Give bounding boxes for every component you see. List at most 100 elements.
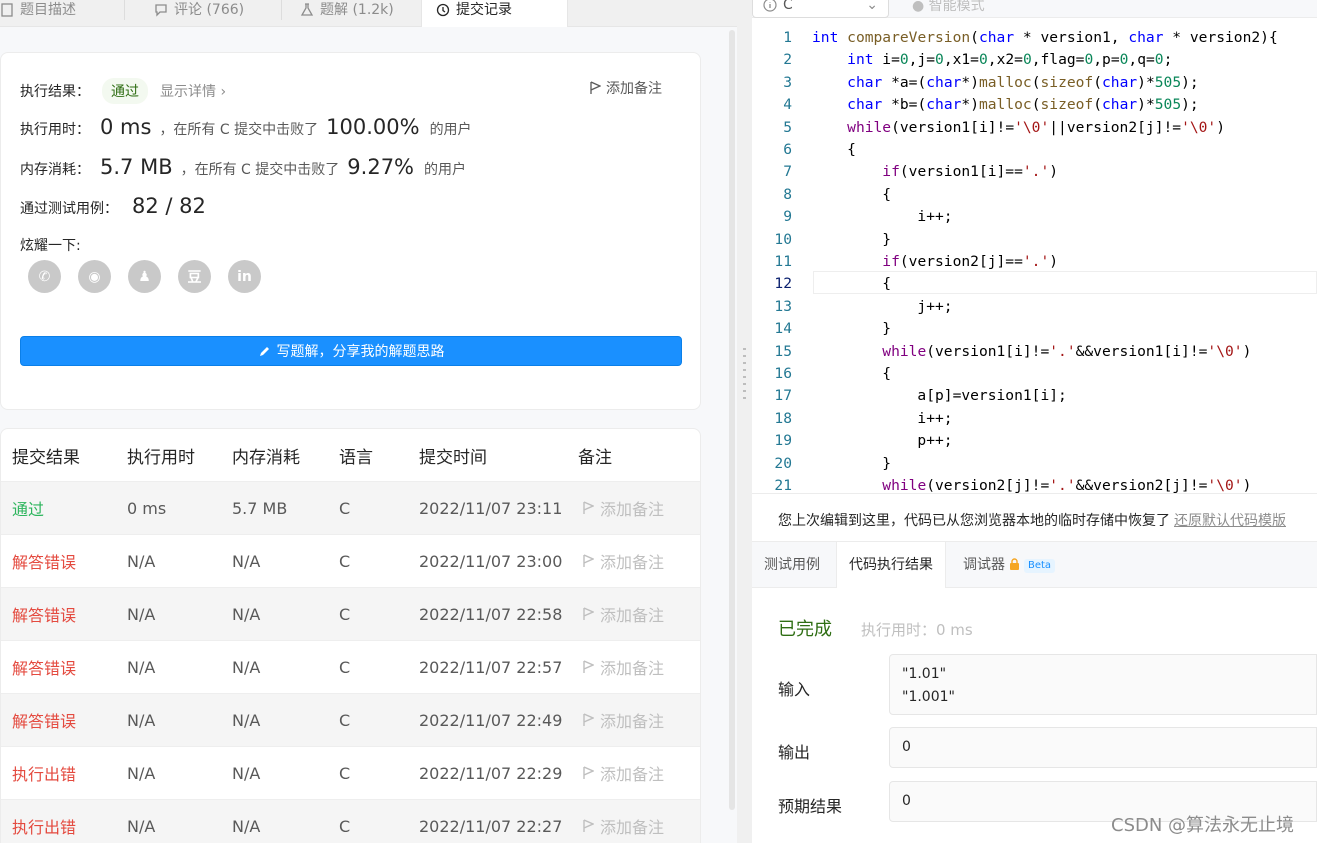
add-note-button[interactable]: 添加备注 xyxy=(582,496,664,520)
status-cell[interactable]: 解答错误 xyxy=(12,708,76,732)
code-line[interactable]: 20 } xyxy=(752,453,1317,475)
code-line[interactable]: 10 } xyxy=(752,229,1317,251)
tab-run-result[interactable]: 代码执行结果 xyxy=(836,542,946,588)
code-text: int compareVersion(char * version1, char… xyxy=(812,29,1278,46)
table-row[interactable]: 解答错误 N/A N/A C 2022/11/07 22:58 添加备注 xyxy=(1,588,700,641)
status-cell[interactable]: 通过 xyxy=(12,496,44,520)
right-panel: C ⌄ ● 智能模式 1 int compareVersion(char * ve… xyxy=(752,0,1317,843)
memory-text: ，在所有 C 提交中击败了 xyxy=(180,162,340,178)
code-line[interactable]: 21 while(version2[j]!='.'&&version2[j]!=… xyxy=(752,475,1317,493)
status-cell[interactable]: 解答错误 xyxy=(12,655,76,679)
add-note-button[interactable]: 添加备注 xyxy=(582,655,664,679)
code-editor[interactable]: 1 int compareVersion(char * version1, cha… xyxy=(752,27,1317,493)
language-cell: C xyxy=(339,710,351,730)
line-number: 15 xyxy=(774,342,792,360)
code-line[interactable]: 9 i++; xyxy=(752,206,1317,228)
tab-submissions[interactable]: 提交记录 xyxy=(421,0,568,27)
add-note-button[interactable]: 添加备注 xyxy=(582,761,664,785)
add-note-button[interactable]: 添加备注 xyxy=(582,549,664,573)
header-language: 语言 xyxy=(339,447,373,468)
linkedin-icon[interactable]: in xyxy=(228,260,261,293)
status-cell[interactable]: 执行出错 xyxy=(12,761,76,785)
input-box: "1.01" "1.001" xyxy=(889,654,1317,715)
status-cell[interactable]: 执行出错 xyxy=(12,814,76,838)
language-select[interactable]: C ⌄ xyxy=(752,0,889,18)
runtime-cell: N/A xyxy=(127,604,156,624)
code-line[interactable]: 5 while(version1[i]!='\0'||version2[j]!=… xyxy=(752,117,1317,139)
table-row[interactable]: 解答错误 N/A N/A C 2022/11/07 23:00 添加备注 xyxy=(1,535,700,588)
line-number: 6 xyxy=(783,141,792,158)
code-text: while(version1[i]!='.'&&version1[i]!='\0… xyxy=(882,342,1252,360)
show-details-link[interactable]: 显示详情 › xyxy=(160,81,226,101)
memory-cell: N/A xyxy=(232,551,261,571)
wechat-icon[interactable]: ✆ xyxy=(28,260,61,293)
output-label: 输出 xyxy=(778,743,811,762)
add-note-button[interactable]: 添加备注 xyxy=(582,602,664,626)
drag-handle-icon[interactable] xyxy=(743,348,746,404)
table-row[interactable]: 执行出错 N/A N/A C 2022/11/07 22:29 添加备注 xyxy=(1,747,700,800)
status-cell[interactable]: 解答错误 xyxy=(12,602,76,626)
code-text: } xyxy=(812,230,892,248)
result-tabs: 测试用例 代码执行结果 调试器 Beta xyxy=(752,541,1317,588)
code-line[interactable]: 3 char *a=(char*)malloc(sizeof(char)*505… xyxy=(752,72,1317,94)
status-cell[interactable]: 解答错误 xyxy=(12,549,76,573)
panel-splitter[interactable] xyxy=(737,0,752,843)
code-line[interactable]: 4 char *b=(char*)malloc(sizeof(char)*505… xyxy=(752,94,1317,116)
tab-debugger[interactable]: 调试器 Beta xyxy=(951,542,1067,588)
code-line[interactable]: 19 p++; xyxy=(752,430,1317,452)
memory-value: 5.7 MB xyxy=(100,155,173,179)
code-text: a[p]=version1[i]; xyxy=(812,387,1067,405)
flag-icon xyxy=(583,501,594,514)
code-line[interactable]: 6 { xyxy=(752,139,1317,161)
table-row[interactable]: 通过 0 ms 5.7 MB C 2022/11/07 23:11 添加备注 xyxy=(1,482,700,535)
table-row[interactable]: 解答错误 N/A N/A C 2022/11/07 22:49 添加备注 xyxy=(1,694,700,747)
code-line[interactable]: 13 j++; xyxy=(752,296,1317,318)
code-text: } xyxy=(812,320,892,338)
editor-toolbar: C ⌄ ● 智能模式 xyxy=(752,0,1317,18)
qq-icon[interactable]: ♟ xyxy=(128,260,161,293)
line-number: 17 xyxy=(774,387,792,405)
code-line[interactable]: 18 i++; xyxy=(752,408,1317,430)
restore-default-link[interactable]: 还原默认代码模版 xyxy=(1174,513,1286,529)
tab-testcase[interactable]: 测试用例 xyxy=(752,542,832,588)
line-number: 19 xyxy=(774,432,792,450)
flag-icon xyxy=(583,819,594,832)
add-note-button[interactable]: 添加备注 xyxy=(589,78,662,98)
table-row[interactable]: 执行出错 N/A N/A C 2022/11/07 22:27 添加备注 xyxy=(1,800,700,843)
code-line[interactable]: 16 { xyxy=(752,363,1317,385)
code-line[interactable]: 2 int i=0,j=0,x1=0,x2=0,flag=0,p=0,q=0; xyxy=(752,49,1317,71)
code-line[interactable]: 17 a[p]=version1[i]; xyxy=(752,385,1317,407)
line-number: 5 xyxy=(783,118,792,136)
weibo-icon[interactable]: ◉ xyxy=(78,260,111,293)
add-note-button[interactable]: 添加备注 xyxy=(582,708,664,732)
tab-comments[interactable]: 评论 (766) xyxy=(140,0,258,27)
add-note-button[interactable]: 添加备注 xyxy=(582,814,664,838)
line-number: 13 xyxy=(774,297,792,315)
flag-icon xyxy=(583,766,594,779)
left-scrollbar[interactable] xyxy=(727,28,737,818)
restore-banner: 您上次编辑到这里，代码已从您浏览器本地的临时存储中恢复了 还原默认代码模版 xyxy=(752,493,1317,541)
testcase-label: 通过测试用例： xyxy=(20,201,118,217)
tab-label: 题目描述 xyxy=(20,1,76,18)
code-line[interactable]: 7 if(version1[i]=='.') xyxy=(752,161,1317,183)
code-line[interactable]: 12 { xyxy=(752,273,1317,295)
input-label: 输入 xyxy=(778,680,811,699)
add-note-label: 添加备注 xyxy=(600,500,665,519)
line-number: 8 xyxy=(783,185,792,203)
code-line[interactable]: 1 int compareVersion(char * version1, cha… xyxy=(752,27,1317,49)
douban-icon[interactable]: 豆 xyxy=(178,260,211,293)
scroll-thumb[interactable] xyxy=(729,30,735,810)
code-line[interactable]: 15 while(version1[i]!='.'&&version1[i]!=… xyxy=(752,341,1317,363)
runtime-cell: N/A xyxy=(127,710,156,730)
tab-solutions[interactable]: 题解 (1.2k) xyxy=(286,0,408,27)
tab-description[interactable]: 题目描述 xyxy=(0,0,90,27)
line-number: 9 xyxy=(783,208,792,226)
code-line[interactable]: 14 } xyxy=(752,318,1317,340)
memory-row: 内存消耗： 5.7 MB ，在所有 C 提交中击败了 9.27% 的用户 xyxy=(20,155,466,179)
table-row[interactable]: 解答错误 N/A N/A C 2022/11/07 22:57 添加备注 xyxy=(1,641,700,694)
runtime-percent: 100.00% xyxy=(326,115,420,139)
write-solution-button[interactable]: 写题解，分享我的解题思路 xyxy=(20,336,682,366)
code-line[interactable]: 8 { xyxy=(752,184,1317,206)
smart-mode-toggle[interactable]: ● 智能模式 xyxy=(912,0,985,15)
code-line[interactable]: 11 if(version2[j]=='.') xyxy=(752,251,1317,273)
